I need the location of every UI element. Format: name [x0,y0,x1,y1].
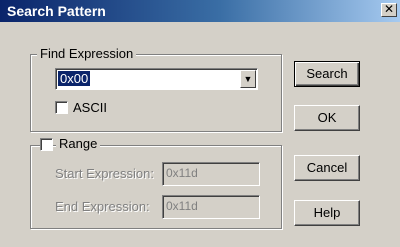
ascii-label[interactable]: ASCII [73,100,107,115]
close-icon: ✕ [383,2,395,16]
range-legend[interactable]: Range [56,137,101,151]
start-expression-label: Start Expression: [55,166,154,181]
title-bar: Search Pattern ✕ [0,0,400,22]
dropdown-button[interactable]: ▼ [240,70,256,88]
find-expression-legend: Find Expression [37,47,137,61]
ok-button[interactable]: OK [294,105,360,131]
help-button[interactable]: Help [294,200,360,226]
end-expression-value: 0x11d [166,199,198,213]
close-button[interactable]: ✕ [381,3,397,17]
find-expression-group [30,54,282,132]
end-expression-label: End Expression: [55,199,150,214]
cancel-button[interactable]: Cancel [294,155,360,181]
start-expression-field: 0x11d [162,162,260,186]
expression-value[interactable]: 0x00 [58,71,91,86]
expression-combobox[interactable]: 0x00 ▼ [55,68,258,90]
window-title: Search Pattern [7,3,106,19]
range-checkbox[interactable] [40,138,53,151]
chevron-down-icon: ▼ [243,74,253,84]
end-expression-field: 0x11d [162,195,260,219]
start-expression-value: 0x11d [166,166,198,180]
ascii-checkbox[interactable] [55,101,68,114]
search-button[interactable]: Search [294,61,360,87]
